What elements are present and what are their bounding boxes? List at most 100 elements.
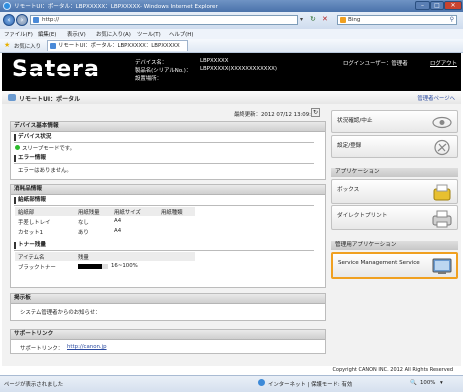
box-button[interactable]: ボックス	[331, 179, 458, 204]
close-button[interactable]: ✕	[444, 1, 462, 10]
paper-col-type: 用紙種類	[161, 210, 183, 216]
table-cell: カセット1	[18, 230, 43, 236]
device-basic-panel: デバイス基本情報 デバイス状況 スリープモードです。 エラー情報 エラーはありま…	[10, 121, 326, 180]
divider	[14, 142, 314, 143]
toner-level-fill	[78, 264, 102, 269]
status-ok-icon	[15, 145, 20, 150]
main-content: 最終更新：2012 07/12 13:09:58 ↻ デバイス基本情報 デバイス…	[2, 104, 461, 366]
remote-ui-icon	[8, 94, 16, 101]
maximize-button[interactable]: □	[430, 1, 444, 10]
toner-level-bar	[78, 264, 108, 269]
window-title: リモートUI：ポータル：LBPXXXXX：LBPXXXXX- Windows I…	[14, 4, 218, 10]
divider	[14, 163, 314, 164]
consumables-title: 消耗品情報	[11, 185, 325, 195]
product-value: LBPXXXXX(XXXXXXXXXXXX)	[200, 66, 277, 72]
refresh-button[interactable]: ↻	[311, 108, 320, 117]
settings-button[interactable]: 設定/登録	[331, 135, 458, 158]
apps-heading: アプリケーション	[331, 168, 458, 177]
support-label: サポートリンク：	[20, 346, 64, 352]
notice-text: システム管理者からのお知らせ：	[20, 310, 101, 316]
search-input[interactable]: Bing ⚲	[337, 15, 457, 25]
device-status-text: スリープモードです。	[22, 146, 76, 152]
footer: Copyright CANON INC. 2012 All Rights Res…	[2, 366, 461, 375]
table-cell: あり	[78, 230, 89, 236]
device-name-value: LBPXXXXX	[200, 58, 229, 64]
toner-level-text: 16~100%	[111, 263, 138, 269]
page-title: リモートUI：ポータル	[19, 96, 81, 103]
favorites-label[interactable]: お気に入り	[14, 42, 41, 50]
status-text: ページが表示されました	[4, 382, 64, 388]
eye-icon	[432, 116, 452, 129]
zoom-dropdown-icon[interactable]: ▾	[440, 380, 443, 386]
copyright-text: Copyright CANON INC. 2012 All Rights Res…	[332, 367, 453, 373]
browser-tab-label: リモートUI：ポータル：LBPXXXXX：LBPXXXXX	[58, 43, 180, 49]
tab-page-icon	[50, 43, 56, 49]
page-header: Satera デバイス名： LBPXXXXX 製品名(シリアルNo.)： LBP…	[2, 53, 461, 91]
refresh-icon[interactable]: ↻	[310, 15, 316, 23]
last-update: 最終更新：2012 07/12 13:09:58	[234, 112, 318, 118]
window-titlebar: リモートUI：ポータル：LBPXXXXX：LBPXXXXX- Windows I…	[0, 0, 463, 12]
error-text: エラーはありません。	[18, 168, 72, 174]
menu-view[interactable]: 表示(V)	[67, 30, 86, 38]
support-title: サポートリンク	[11, 330, 325, 340]
url-input[interactable]: http://	[30, 15, 298, 25]
toner-col-item: アイテム名	[18, 255, 45, 261]
support-url-link[interactable]: http://canon.jp	[67, 344, 107, 350]
divider	[14, 205, 314, 206]
paper-heading: 給紙部情報	[14, 197, 46, 204]
url-text: http://	[42, 17, 60, 23]
table-cell: 手差しトレイ	[18, 220, 51, 226]
table-cell: A4	[114, 218, 122, 224]
forward-button[interactable]: ›	[16, 14, 28, 26]
page-icon	[33, 17, 39, 23]
zoom-level[interactable]: 100%	[420, 380, 435, 386]
search-icon[interactable]: ⚲	[450, 16, 454, 24]
menu-bar: ファイル(F) 編集(E) 表示(V) お気に入り(A) ツール(T) ヘルプ(…	[0, 29, 463, 39]
browser-tab[interactable]: リモートUI：ポータル：LBPXXXXX：LBPXXXXX	[47, 40, 188, 51]
service-management-button[interactable]: Service Management Service	[331, 252, 458, 279]
back-button[interactable]: ‹	[3, 14, 15, 26]
table-cell: なし	[78, 220, 89, 226]
menu-favorites[interactable]: お気に入り(A)	[96, 30, 131, 38]
notice-title: 掲示板	[11, 294, 325, 304]
monitor-icon	[432, 258, 452, 274]
satera-logo: Satera	[12, 57, 100, 82]
settings-icon	[434, 139, 450, 156]
device-status-heading: デバイス状況	[14, 134, 51, 141]
paper-col-tray: 給紙部	[18, 210, 35, 216]
ie-icon	[3, 2, 11, 10]
printer-icon	[432, 210, 452, 228]
stop-icon[interactable]: ✕	[322, 15, 328, 23]
zone-text: インターネット | 保護モード: 有効	[268, 382, 353, 388]
menu-tools[interactable]: ツール(T)	[137, 30, 161, 38]
minimize-button[interactable]: –	[415, 1, 430, 10]
compat-view-icon[interactable]: ▾	[300, 16, 303, 23]
status-monitor-label: 状況確認/中止	[337, 118, 373, 124]
box-label: ボックス	[337, 187, 360, 193]
direct-print-label: ダイレクトプリント	[337, 213, 388, 219]
admin-page-link[interactable]: 管理者ページへ	[417, 94, 455, 102]
login-user: ログインユーザー：管理者	[343, 61, 408, 67]
address-bar: ‹ › http:// ▾ ↻ ✕ Bing ⚲	[0, 12, 463, 29]
paper-col-size: 用紙サイズ	[114, 210, 141, 216]
favorites-bar: ★ お気に入り リモートUI：ポータル：LBPXXXXX：LBPXXXXX	[0, 39, 463, 53]
zoom-icon[interactable]: 🔍	[410, 380, 417, 386]
table-cell: A4	[114, 228, 122, 234]
table-cell: ブラックトナー	[18, 265, 56, 271]
support-panel: サポートリンク サポートリンク： http://canon.jp	[10, 329, 326, 354]
consumables-panel: 消耗品情報 給紙部情報 給紙部 用紙残量 用紙サイズ 用紙種類 手差しトレイ な…	[10, 184, 326, 288]
globe-icon	[258, 379, 265, 386]
direct-print-button[interactable]: ダイレクトプリント	[331, 205, 458, 230]
product-label: 製品名(シリアルNo.)：	[135, 68, 192, 74]
menu-file[interactable]: ファイル(F)	[4, 30, 33, 38]
menu-help[interactable]: ヘルプ(H)	[169, 30, 193, 38]
divider	[14, 250, 314, 251]
service-management-label: Service Management Service	[338, 260, 420, 266]
status-bar: ページが表示されました インターネット | 保護モード: 有効 🔍 100% ▾	[0, 375, 463, 392]
bing-icon	[340, 17, 346, 23]
logout-link[interactable]: ログアウト	[430, 59, 457, 67]
favorites-star-icon[interactable]: ★	[4, 41, 10, 49]
status-monitor-button[interactable]: 状況確認/中止	[331, 110, 458, 133]
error-heading: エラー情報	[14, 155, 46, 162]
menu-edit[interactable]: 編集(E)	[38, 30, 56, 38]
